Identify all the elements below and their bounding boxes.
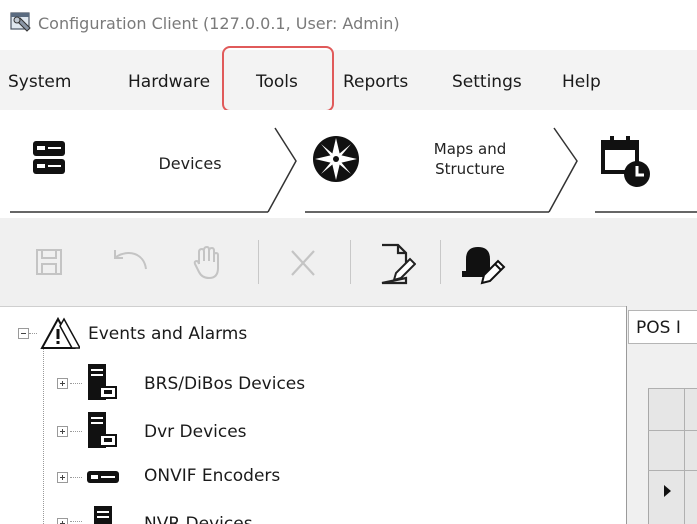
grid-row-line [648, 470, 697, 471]
tree-node-nvr-devices[interactable]: NVR Devices [56, 504, 376, 524]
server-icon [33, 141, 65, 174]
expand-toggle[interactable] [57, 518, 68, 524]
ribbon-maps-button[interactable]: Maps and Structure [305, 118, 549, 210]
calendar-clock-icon [601, 136, 650, 187]
toolbar [0, 218, 697, 306]
pos-tab-label: POS I [636, 318, 681, 338]
menu-help[interactable]: Help [562, 72, 601, 92]
edit-page-icon[interactable] [376, 242, 416, 286]
toolbar-separator [258, 240, 259, 284]
tree-node-label: NVR Devices [144, 514, 253, 524]
menu-settings[interactable]: Settings [452, 72, 522, 92]
data-grid[interactable] [648, 388, 697, 524]
menu-reports[interactable]: Reports [343, 72, 408, 92]
tree-node-label: Dvr Devices [144, 422, 247, 442]
ribbon-maps-label-line1: Maps and [433, 140, 507, 158]
expand-toggle[interactable] [57, 378, 68, 389]
device-tower-icon [88, 412, 117, 448]
tree-node-events-and-alarms[interactable]: Events and Alarms [14, 316, 314, 350]
grid-column-line [684, 388, 685, 524]
warning-triangle-icon [40, 316, 80, 349]
ribbon-schedules-button[interactable] [595, 118, 697, 210]
tree-node-label: ONVIF Encoders [144, 466, 281, 486]
window-title: Configuration Client (127.0.0.1, User: A… [38, 14, 400, 33]
configuration-client-icon [10, 12, 31, 32]
encoder-icon [87, 471, 119, 483]
tree-node-onvif-encoders[interactable]: ONVIF Encoders [56, 460, 376, 494]
menu-hardware[interactable]: Hardware [128, 72, 210, 92]
grid-row-line [648, 430, 697, 431]
collapse-toggle[interactable] [18, 328, 29, 339]
device-tower-icon [94, 506, 112, 524]
tools-highlight-box [222, 46, 334, 112]
ribbon-maps-label-line2: Structure [435, 160, 505, 178]
tree-node-label: Events and Alarms [88, 324, 248, 344]
tree-node-label: BRS/DiBos Devices [144, 374, 306, 394]
hand-icon[interactable] [190, 244, 224, 282]
tree-node-dvr-devices[interactable]: Dvr Devices [56, 410, 376, 450]
device-tower-icon [88, 364, 117, 400]
ribbon-devices-button[interactable]: Devices [10, 118, 268, 210]
save-icon[interactable] [34, 247, 64, 277]
ribbon-devices-label: Devices [158, 154, 222, 173]
grid-row-line [648, 388, 697, 389]
expand-toggle[interactable] [57, 426, 68, 437]
tree-node-brs-dibos-devices[interactable]: BRS/DiBos Devices [56, 362, 376, 402]
expand-toggle[interactable] [57, 472, 68, 483]
toolbar-separator [350, 240, 351, 284]
alarm-edit-icon[interactable] [460, 243, 506, 285]
tree-connector [43, 348, 44, 524]
compass-icon [313, 136, 359, 182]
menu-system[interactable]: System [8, 72, 71, 92]
row-selector-arrow-icon[interactable] [664, 485, 671, 497]
toolbar-separator [440, 240, 441, 284]
undo-icon[interactable] [110, 247, 152, 279]
delete-icon[interactable] [286, 247, 320, 279]
